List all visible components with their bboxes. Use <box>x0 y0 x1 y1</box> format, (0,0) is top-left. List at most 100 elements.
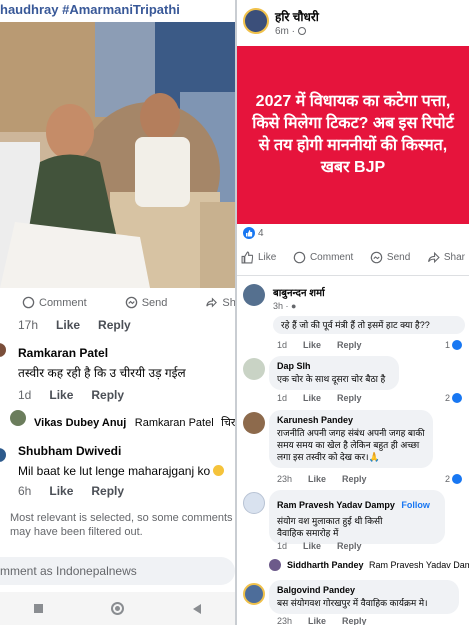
commenter-name[interactable]: Balgovind Pandey <box>277 585 451 595</box>
left-screenshot-pane: haudhray #AmarmaniTripathi Comment Send <box>0 0 235 625</box>
like-link[interactable]: Like <box>56 318 80 332</box>
comment-bubble[interactable]: रहे हैं जो की पूर्व मंत्री हैं तो इसमें … <box>273 316 465 334</box>
globe-icon <box>297 27 306 35</box>
share-icon <box>206 297 218 308</box>
post-text-card[interactable]: 2027 में विधायक का कटेगा पत्ता, किसे मिल… <box>237 46 469 224</box>
comment-meta: 1d Like Reply <box>18 388 124 402</box>
home-icon[interactable] <box>111 602 125 615</box>
reply-link[interactable]: Reply <box>337 393 362 403</box>
share-label: Share <box>222 296 235 309</box>
reply-link[interactable]: Reply <box>342 474 367 484</box>
author-avatar[interactable] <box>243 8 269 34</box>
thumbs-up-icon <box>241 251 254 264</box>
author-name[interactable]: हरि चौधरी <box>275 8 319 25</box>
reply-link[interactable]: Reply <box>91 388 124 402</box>
comment-bubble[interactable]: Dap Slh एक चोर के साथ दूसरा चोर बैठा है <box>269 356 399 390</box>
follow-button[interactable]: Follow <box>401 500 430 510</box>
share-icon <box>427 251 440 264</box>
comment-time: 1d <box>18 388 32 402</box>
like-link[interactable]: Like <box>308 474 326 484</box>
commenter-name[interactable]: बाबुनन्दन शर्मा <box>273 285 325 299</box>
comment-bubble[interactable]: Ram Pravesh Yadav Dampy Follow संयोग वश … <box>269 490 445 544</box>
back-icon[interactable] <box>192 603 201 614</box>
comment-icon <box>293 251 306 264</box>
comment-label: Comment <box>39 296 87 309</box>
comment-bubble[interactable]: Karunesh Pandey राजनीति अपनी जगह संबंध अ… <box>269 410 433 468</box>
like-link[interactable]: Like <box>308 616 326 625</box>
comment-reaction-count[interactable]: 2 <box>445 393 463 403</box>
reaction-count: 4 <box>258 227 264 239</box>
comment-text: चिरई वाप <box>221 417 235 429</box>
comment-bubble[interactable]: Balgovind Pandey बस संयोगवश गोरखपुर में … <box>269 580 459 614</box>
commenter-name[interactable]: Karunesh Pandey <box>277 415 425 425</box>
separator <box>237 275 469 276</box>
comment-meta: 6h Like Reply <box>18 484 124 498</box>
reply-link[interactable]: Reply <box>98 318 131 332</box>
comment-header: बाबुनन्दन शर्मा 3h · ● <box>273 285 325 311</box>
comment-meta: 1d Like Reply <box>277 340 362 350</box>
emoji-icon <box>213 465 225 476</box>
avatar[interactable] <box>243 412 265 434</box>
commenter-name[interactable]: Ram Pravesh Yadav Dampy <box>277 500 395 510</box>
like-link[interactable]: Like <box>303 393 321 403</box>
comment-text: संयोग वश मुलाकात हुई थी किसी वैवाहिक समा… <box>277 516 383 538</box>
share-button[interactable]: Share <box>205 296 235 309</box>
avatar[interactable] <box>243 284 265 306</box>
share-button[interactable]: Shar <box>427 251 465 264</box>
comment-time: 6h <box>18 484 32 498</box>
send-button[interactable]: Send <box>370 251 410 264</box>
like-reaction-icon <box>452 340 463 350</box>
like-link[interactable]: Like <box>303 340 321 350</box>
comment-text: Mil baat ke lut lenge maharajganj ko <box>18 464 225 478</box>
comment-meta: 1d Like Reply <box>277 393 362 403</box>
comment-reaction-count[interactable]: 1 <box>445 340 463 350</box>
comment-button[interactable]: Comment <box>22 296 87 309</box>
avatar[interactable] <box>10 410 26 426</box>
mention-name[interactable]: Ramkaran Patel <box>135 417 214 429</box>
reply-link[interactable]: Reply <box>342 616 367 625</box>
like-link[interactable]: Like <box>49 388 73 402</box>
like-link[interactable]: Like <box>303 541 321 551</box>
like-link[interactable]: Like <box>49 484 73 498</box>
avatar[interactable] <box>243 492 265 514</box>
avatar[interactable] <box>269 559 281 571</box>
comment-text: राजनीति अपनी जगह संबंध अपनी जगह बाकी समय… <box>277 428 425 462</box>
post-hashtags[interactable]: haudhray #AmarmaniTripathi <box>0 2 180 17</box>
comment-button[interactable]: Comment <box>293 251 353 264</box>
avatar[interactable] <box>0 448 6 462</box>
comment-meta: 23h Like Reply <box>277 474 367 484</box>
send-label: Send <box>141 296 168 309</box>
filter-note: Most relevant is selected, so some comme… <box>10 512 233 538</box>
avatar[interactable] <box>243 358 265 380</box>
recents-icon[interactable] <box>34 604 44 613</box>
comment-item: Siddharth Pandey Ram Pravesh Yadav Dampy… <box>287 560 469 570</box>
commenter-name[interactable]: Vikas Dubey Anuj <box>34 417 126 429</box>
mention-name[interactable]: Ram Pravesh Yadav Dampy... <box>369 560 469 570</box>
reply-link[interactable]: Reply <box>337 340 362 350</box>
post-time: 6m · <box>275 26 306 37</box>
post-photo[interactable] <box>0 22 235 288</box>
avatar[interactable] <box>0 343 6 357</box>
commenter-name[interactable]: Ramkaran Patel <box>18 346 186 360</box>
like-button[interactable]: Like <box>241 251 276 264</box>
right-screenshot-pane: हरि चौधरी 6m · 2027 में विधायक का कटेगा … <box>237 0 469 625</box>
commenter-name[interactable]: Dap Slh <box>277 361 391 371</box>
android-navbar <box>0 592 235 625</box>
commenter-name[interactable]: Siddharth Pandey <box>287 560 364 570</box>
post-header: हरि चौधरी 6m · <box>237 0 469 44</box>
reaction-summary[interactable]: 4 <box>243 227 264 239</box>
comment-time: 17h <box>18 318 39 332</box>
avatar[interactable] <box>243 583 265 605</box>
comment-time: 3h · ● <box>273 301 297 311</box>
comment-input[interactable]: mment as Indonepalnews <box>0 557 235 585</box>
comment-item: Shubham Dwivedi Mil baat ke lut lenge ma… <box>18 444 225 478</box>
reply-link[interactable]: Reply <box>337 541 362 551</box>
comment-text: तस्वीर कह रही है कि उ चीरयी उड़ गईल <box>18 366 186 380</box>
comment-meta: 23h Like Reply <box>277 616 367 625</box>
comment-reaction-count[interactable]: 2 <box>445 474 463 484</box>
send-button[interactable]: Send <box>125 296 168 309</box>
commenter-name[interactable]: Shubham Dwivedi <box>18 444 224 458</box>
post-action-bar: Like Comment Send Shar <box>237 251 469 264</box>
comment-icon <box>22 296 35 309</box>
reply-link[interactable]: Reply <box>91 484 124 498</box>
